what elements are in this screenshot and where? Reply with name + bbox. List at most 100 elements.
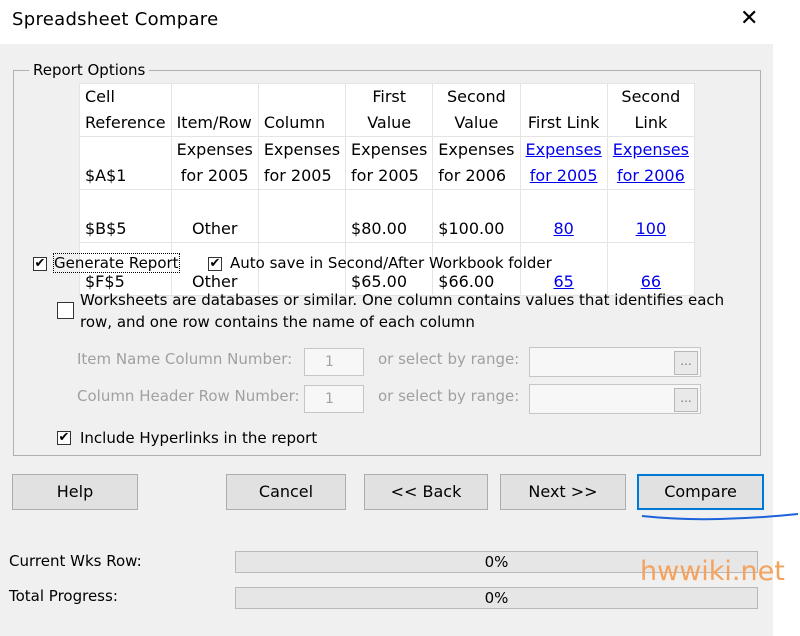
report-cell-text: for 2005 (263, 166, 332, 185)
report-cell-text (264, 216, 340, 242)
report-cell-text (85, 190, 166, 216)
column-header-range-label: or select by range: (378, 387, 520, 405)
report-cell-text (177, 84, 253, 110)
report-table-cell (257, 189, 347, 243)
item-name-range-label: or select by range: (378, 350, 520, 368)
report-cell-text: $B$5 (85, 219, 127, 238)
total-progress-bar: 0% (235, 587, 758, 609)
include-hyperlinks-label[interactable]: Include Hyperlinks in the report (80, 429, 317, 447)
next-button[interactable]: Next >> (500, 474, 626, 510)
column-header-range-input[interactable]: ... (529, 384, 701, 414)
generate-report-label[interactable]: Generate Report (53, 253, 180, 273)
report-cell-text (351, 190, 427, 216)
report-cell-text: Expenses (176, 140, 253, 159)
report-table-cell[interactable]: Expenses for 2005 (519, 136, 608, 190)
report-table-cell: Expenses for 2005 (170, 136, 259, 190)
report-cell-text: Value (454, 113, 499, 132)
item-name-range-picker-button[interactable]: ... (674, 351, 698, 375)
item-name-column-label: Item Name Column Number: (77, 350, 293, 368)
report-cell-text: Link (634, 113, 668, 132)
report-link-text[interactable]: for 2006 (613, 163, 689, 189)
title-bar: Spreadsheet Compare ✕ (0, 0, 800, 44)
report-table-cell: Item/Row (170, 83, 259, 137)
report-table-cell: Column (257, 83, 347, 137)
report-table-cell: $A$1 (79, 136, 172, 190)
report-link-text[interactable]: Expenses (613, 137, 689, 163)
compare-button[interactable]: Compare (637, 474, 764, 510)
report-cell-text: Second (446, 87, 506, 106)
report-table-cell[interactable]: Expenses for 2006 (606, 136, 695, 190)
report-cell-text: Other (191, 219, 238, 238)
worksheets-database-checkbox[interactable] (57, 302, 74, 319)
report-cell-text: $A$1 (85, 166, 127, 185)
report-table-cell: $80.00 (345, 189, 434, 243)
back-button[interactable]: << Back (364, 474, 488, 510)
report-table-cell: Second Value (432, 83, 521, 137)
close-icon[interactable]: ✕ (740, 6, 758, 31)
report-cell-text: Cell (85, 87, 115, 106)
report-table-row: $A$1 Expenses for 2005 Expenses for 2005 Expe… (79, 136, 695, 190)
current-wks-row-label: Current Wks Row: (9, 552, 142, 570)
report-cell-text (438, 190, 514, 216)
annotation-underline (641, 513, 799, 521)
report-link-text[interactable]: 100 (613, 216, 689, 242)
report-link-text[interactable] (613, 243, 689, 269)
watermark: hwwiki.net (640, 556, 785, 587)
report-link-text[interactable]: Expenses (526, 137, 602, 163)
report-table-cell: Second Link (606, 83, 695, 137)
report-table-cell[interactable]: 100 (606, 189, 695, 243)
report-table-cell[interactable]: 80 (519, 189, 608, 243)
item-name-column-input[interactable]: 1 (304, 348, 364, 376)
report-cell-text: Value (367, 113, 412, 132)
report-cell-text: Second (621, 87, 681, 106)
report-table-cell: Expenses for 2006 (432, 136, 521, 190)
report-cell-text: First (372, 87, 406, 106)
report-table-cell: $100.00 (432, 189, 521, 243)
column-header-row-input[interactable]: 1 (304, 385, 364, 413)
cancel-button[interactable]: Cancel (226, 474, 346, 510)
report-table-cell: First Link (519, 83, 608, 137)
column-header-row-label: Column Header Row Number: (77, 387, 300, 405)
report-table-cell: Other (170, 189, 259, 243)
total-progress-text: 0% (484, 589, 509, 607)
report-cell-text (526, 84, 602, 110)
report-link-text[interactable]: 80 (526, 216, 602, 242)
report-link-text[interactable] (526, 190, 602, 216)
report-link-text[interactable] (613, 190, 689, 216)
report-table-cell: $B$5 (79, 189, 172, 243)
auto-save-checkbox[interactable]: ✔ (208, 257, 222, 271)
report-cell-text: Reference (85, 113, 166, 132)
help-button[interactable]: Help (12, 474, 138, 510)
generate-report-checkbox[interactable]: ✔ (33, 257, 47, 271)
report-cell-text (264, 84, 340, 110)
report-cell-text (264, 190, 340, 216)
report-cell-text: Column (263, 113, 326, 132)
report-table-cell: Expenses for 2005 (257, 136, 347, 190)
item-name-range-input[interactable]: ... (529, 347, 701, 377)
report-cell-text: Expenses (438, 140, 515, 159)
report-cell-text (85, 137, 166, 163)
report-cell-text: Expenses (351, 140, 428, 159)
report-table-header-row: Cell Reference Item/Row Column First Value S… (79, 83, 695, 137)
report-cell-text: $100.00 (438, 219, 505, 238)
report-cell-text: Expenses (263, 140, 341, 159)
report-link-text[interactable]: for 2005 (526, 163, 602, 189)
report-table-cell: Expenses for 2005 (345, 136, 434, 190)
report-table-cell: Cell Reference (79, 83, 172, 137)
include-hyperlinks-checkbox[interactable]: ✔ (57, 431, 71, 445)
report-cell-text: $80.00 (351, 219, 408, 238)
report-table-cell[interactable]: 66 (606, 242, 695, 296)
worksheets-database-label-line1[interactable]: Worksheets are databases or similar. One… (80, 291, 724, 309)
report-options-legend: Report Options (29, 61, 150, 79)
auto-save-label[interactable]: Auto save in Second/After Workbook folde… (230, 254, 552, 272)
column-header-range-picker-button[interactable]: ... (674, 388, 698, 412)
report-table-cell: First Value (345, 83, 434, 137)
worksheets-database-label-line2[interactable]: row, and one row contains the name of ea… (80, 313, 475, 331)
report-cell-text: for 2005 (351, 166, 419, 185)
report-cell-text: Item/Row (176, 113, 252, 132)
report-cell-text: for 2005 (180, 166, 249, 185)
report-table-row: $B$5 Other $80.00 $100.00 80 100 (79, 189, 695, 243)
report-cell-text (177, 190, 253, 216)
window-title: Spreadsheet Compare (12, 9, 219, 30)
report-cell-text: First Link (527, 113, 600, 132)
